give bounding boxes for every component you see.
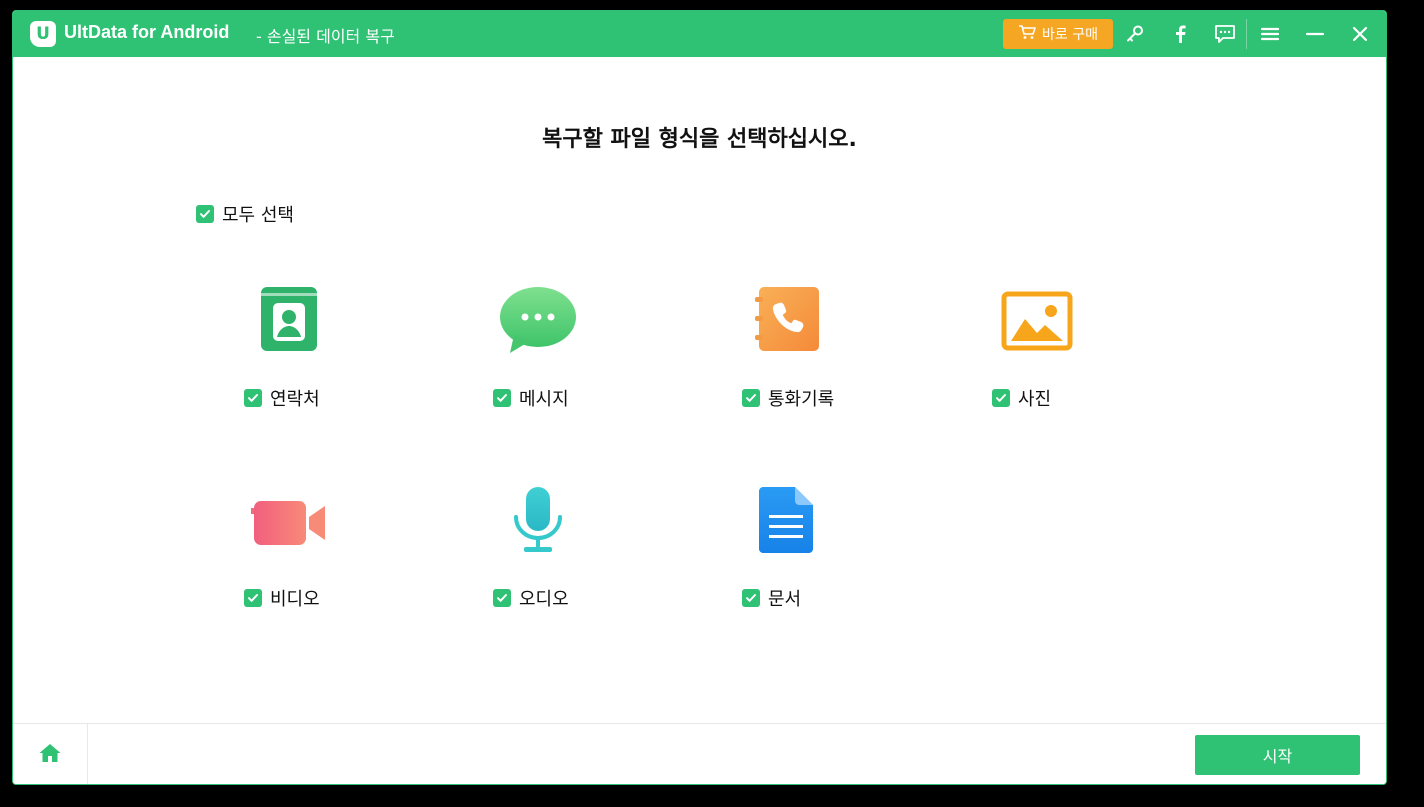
messages-icon xyxy=(438,285,638,365)
titlebar-divider xyxy=(1246,19,1247,49)
checkbox-checked-icon xyxy=(196,205,214,223)
footer-bar: 시작 xyxy=(13,723,1386,784)
app-subtitle: - 손실된 데이터 복구 xyxy=(256,27,395,46)
facebook-icon[interactable] xyxy=(1167,21,1193,47)
file-type-label: 사진 xyxy=(1018,389,1052,410)
menu-icon[interactable] xyxy=(1257,21,1283,47)
file-type-audio[interactable]: 오디오 xyxy=(438,485,638,665)
checkbox-checked-icon xyxy=(244,589,262,607)
app-window: U UltData for Android - 손실된 데이터 복구 바로 구매 xyxy=(12,10,1387,785)
file-type-documents[interactable]: 문서 xyxy=(687,485,887,665)
file-type-label: 통화기록 xyxy=(768,389,835,410)
start-button[interactable]: 시작 xyxy=(1195,735,1360,775)
file-type-video[interactable]: 비디오 xyxy=(189,485,389,665)
file-type-photos[interactable]: 사진 xyxy=(937,285,1137,465)
contacts-icon xyxy=(189,285,389,365)
buy-now-button[interactable]: 바로 구매 xyxy=(1003,19,1113,49)
home-button[interactable] xyxy=(13,724,88,784)
file-type-label: 비디오 xyxy=(270,589,320,610)
file-type-label: 메시지 xyxy=(519,389,569,410)
file-type-contacts[interactable]: 연락처 xyxy=(189,285,389,465)
page-title: 복구할 파일 형식을 선택하십시오. xyxy=(542,127,857,152)
checkbox-checked-icon xyxy=(493,589,511,607)
file-type-call-log[interactable]: 통화기록 xyxy=(687,285,887,465)
audio-icon xyxy=(438,485,638,565)
file-type-label: 연락처 xyxy=(270,389,320,410)
close-icon[interactable] xyxy=(1347,21,1373,47)
select-all-checkbox[interactable]: 모두 선택 xyxy=(196,201,294,227)
title-bar: U UltData for Android - 손실된 데이터 복구 바로 구매 xyxy=(13,11,1386,57)
select-all-label: 모두 선택 xyxy=(222,205,294,226)
home-icon xyxy=(38,742,62,768)
checkbox-checked-icon xyxy=(493,389,511,407)
feedback-icon[interactable] xyxy=(1212,21,1238,47)
app-name: UltData for Android xyxy=(64,22,230,42)
file-type-label: 문서 xyxy=(768,589,802,610)
app-logo-icon: U xyxy=(30,21,56,47)
call-log-icon xyxy=(687,285,887,365)
checkbox-checked-icon xyxy=(742,589,760,607)
checkbox-checked-icon xyxy=(992,389,1010,407)
checkbox-checked-icon xyxy=(742,389,760,407)
buy-now-label: 바로 구매 xyxy=(1042,27,1098,43)
file-type-messages[interactable]: 메시지 xyxy=(438,285,638,465)
photos-icon xyxy=(937,285,1137,365)
checkbox-checked-icon xyxy=(244,389,262,407)
file-type-label: 오디오 xyxy=(519,589,569,610)
key-icon[interactable] xyxy=(1122,21,1148,47)
minimize-icon[interactable] xyxy=(1302,21,1328,47)
cart-icon xyxy=(1018,24,1036,44)
document-icon xyxy=(687,485,887,565)
video-icon xyxy=(189,485,389,565)
